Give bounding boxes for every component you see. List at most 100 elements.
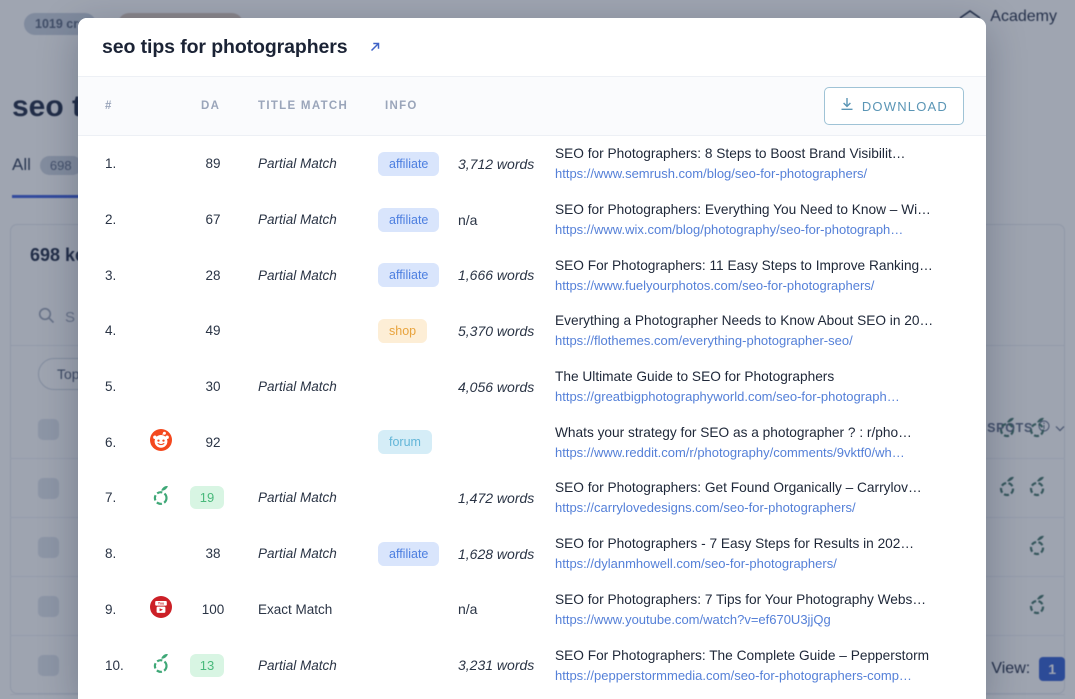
table-row[interactable]: 7. 19 Partial Match 1,472 words SEO for Phot…	[78, 470, 986, 526]
row-title: SEO for Photographers: Everything You Ne…	[555, 202, 968, 217]
results-table-header: # DA TITLE MATCH INFO DOWNLOAD	[78, 76, 986, 136]
row-title: SEO for Photographers: 8 Steps to Boost …	[555, 146, 968, 161]
row-title-match: Partial Match	[258, 268, 337, 283]
column-header-da: DA	[201, 100, 220, 112]
row-title: SEO for Photographers - 7 Easy Steps for…	[555, 536, 968, 551]
row-da: 30	[196, 379, 230, 394]
download-label: DOWNLOAD	[862, 99, 948, 114]
row-info-badge: affiliate	[378, 208, 439, 232]
row-rank: 1.	[105, 156, 116, 171]
row-rank: 10.	[105, 658, 124, 673]
row-word-count: 5,370 words	[458, 323, 534, 339]
row-da: 89	[196, 156, 230, 171]
row-result: SEO for Photographers - 7 Easy Steps for…	[555, 536, 968, 571]
row-result: SEO for Photographers: Everything You Ne…	[555, 202, 968, 237]
row-word-count: 1,472 words	[458, 490, 534, 506]
row-title-match: Partial Match	[258, 490, 337, 505]
row-url[interactable]: https://www.reddit.com/r/photography/com…	[555, 445, 968, 460]
row-word-count: n/a	[458, 212, 477, 228]
row-favicon	[150, 654, 172, 676]
row-info-badge: affiliate	[378, 542, 439, 566]
row-word-count: 3,712 words	[458, 156, 534, 172]
row-result: SEO for Photographers: 8 Steps to Boost …	[555, 146, 968, 181]
row-word-count: 4,056 words	[458, 379, 534, 395]
row-result: SEO For Photographers: 11 Easy Steps to …	[555, 258, 968, 293]
row-result: The Ultimate Guide to SEO for Photograph…	[555, 369, 968, 404]
column-header-title-match: TITLE MATCH	[258, 100, 348, 112]
row-da: 100	[196, 602, 230, 617]
column-header-info: INFO	[385, 100, 418, 112]
row-url[interactable]: https://www.fuelyourphotos.com/seo-for-p…	[555, 278, 968, 293]
table-row[interactable]: 3. 28 Partial Match affiliate 1,666 words SEO…	[78, 247, 986, 303]
row-da: 28	[196, 268, 230, 283]
row-da: 67	[196, 212, 230, 227]
row-result: SEO for Photographers: 7 Tips for Your P…	[555, 592, 968, 627]
row-result: Everything a Photographer Needs to Know …	[555, 313, 968, 348]
weak-spot-icon	[151, 652, 171, 679]
table-row[interactable]: 1.89Partial Matchaffiliate3,712 wordsSEO…	[78, 136, 986, 192]
row-title: The Ultimate Guide to SEO for Photograph…	[555, 369, 968, 384]
row-favicon	[150, 431, 172, 453]
row-favicon	[150, 487, 172, 509]
row-url[interactable]: https://pepperstormmedia.com/seo-for-pho…	[555, 668, 968, 683]
row-rank: 3.	[105, 268, 116, 283]
table-row[interactable]: 6. 92 forum Whats your strategy for SEO as …	[78, 414, 986, 470]
row-result: SEO for Photographers: Get Found Organic…	[555, 480, 968, 515]
row-url[interactable]: https://www.wix.com/blog/photography/seo…	[555, 222, 968, 237]
row-title-match: Exact Match	[258, 602, 332, 617]
row-title-match: Partial Match	[258, 212, 337, 227]
download-icon	[840, 97, 854, 115]
arrow-up-right-icon[interactable]	[368, 40, 382, 54]
modal-title: seo tips for photographers	[102, 36, 348, 59]
row-rank: 9.	[105, 602, 116, 617]
row-rank: 8.	[105, 546, 116, 561]
row-da: 38	[196, 546, 230, 561]
row-info-badge: affiliate	[378, 263, 439, 287]
row-title: SEO For Photographers: The Complete Guid…	[555, 648, 968, 663]
row-title: SEO for Photographers: 7 Tips for Your P…	[555, 592, 968, 607]
row-url[interactable]: https://www.youtube.com/watch?v=ef670U3j…	[555, 612, 968, 627]
results-table-body: 1. 89 Partial Match affiliate 3,712 words SEO…	[78, 136, 986, 699]
weak-spot-icon	[151, 484, 171, 511]
row-rank: 2.	[105, 212, 116, 227]
table-row[interactable]: 5. 30 Partial Match 4,056 words The Ultimate…	[78, 359, 986, 415]
table-row[interactable]: 9. You 100 Exact Match n/a SEO for Photograph…	[78, 582, 986, 638]
row-rank: 6.	[105, 435, 116, 450]
row-da: 92	[196, 435, 230, 450]
row-url[interactable]: https://www.semrush.com/blog/seo-for-pho…	[555, 166, 968, 181]
row-url[interactable]: https://carrylovedesigns.com/seo-for-pho…	[555, 500, 968, 515]
serp-details-modal: seo tips for photographers # DA TITLE MA…	[78, 18, 986, 699]
row-word-count: 1,666 words	[458, 267, 534, 283]
row-result: Whats your strategy for SEO as a photogr…	[555, 425, 968, 460]
download-button[interactable]: DOWNLOAD	[824, 87, 964, 125]
table-row[interactable]: 2. 67 Partial Match affiliate n/a SEO for Pho…	[78, 192, 986, 248]
modal-header: seo tips for photographers	[78, 18, 986, 76]
row-da: 13	[190, 654, 224, 677]
row-da: 19	[190, 486, 224, 509]
row-info-badge: affiliate	[378, 152, 439, 176]
row-title-match: Partial Match	[258, 379, 337, 394]
row-rank: 5.	[105, 379, 116, 394]
svg-text:You: You	[158, 602, 165, 606]
reddit-icon	[150, 429, 172, 456]
row-url[interactable]: https://flothemes.com/everything-photogr…	[555, 333, 968, 348]
table-row[interactable]: 8.38Partial Matchaffiliate1,628 wordsSEO…	[78, 526, 986, 582]
row-title: SEO For Photographers: 11 Easy Steps to …	[555, 258, 968, 273]
row-title-match: Partial Match	[258, 658, 337, 673]
row-title: Everything a Photographer Needs to Know …	[555, 313, 968, 328]
row-rank: 7.	[105, 490, 116, 505]
youtube-icon: You	[150, 596, 172, 623]
row-info-badge: shop	[378, 319, 427, 343]
row-title-match: Partial Match	[258, 546, 337, 561]
row-info-badge: forum	[378, 430, 432, 454]
row-rank: 4.	[105, 323, 116, 338]
table-row[interactable]: 10. 13 Partial Match 3,231 words SEO For Pho…	[78, 637, 986, 693]
row-result: SEO For Photographers: The Complete Guid…	[555, 648, 968, 683]
row-title: Whats your strategy for SEO as a photogr…	[555, 425, 968, 440]
row-word-count: 3,231 words	[458, 657, 534, 673]
row-favicon: You	[150, 598, 172, 620]
row-url[interactable]: https://greatbigphotographyworld.com/seo…	[555, 389, 968, 404]
row-url[interactable]: https://dylanmhowell.com/seo-for-photogr…	[555, 556, 968, 571]
row-word-count: n/a	[458, 601, 477, 617]
table-row[interactable]: 4.49shop5,370 wordsEverything a Photogra…	[78, 303, 986, 359]
